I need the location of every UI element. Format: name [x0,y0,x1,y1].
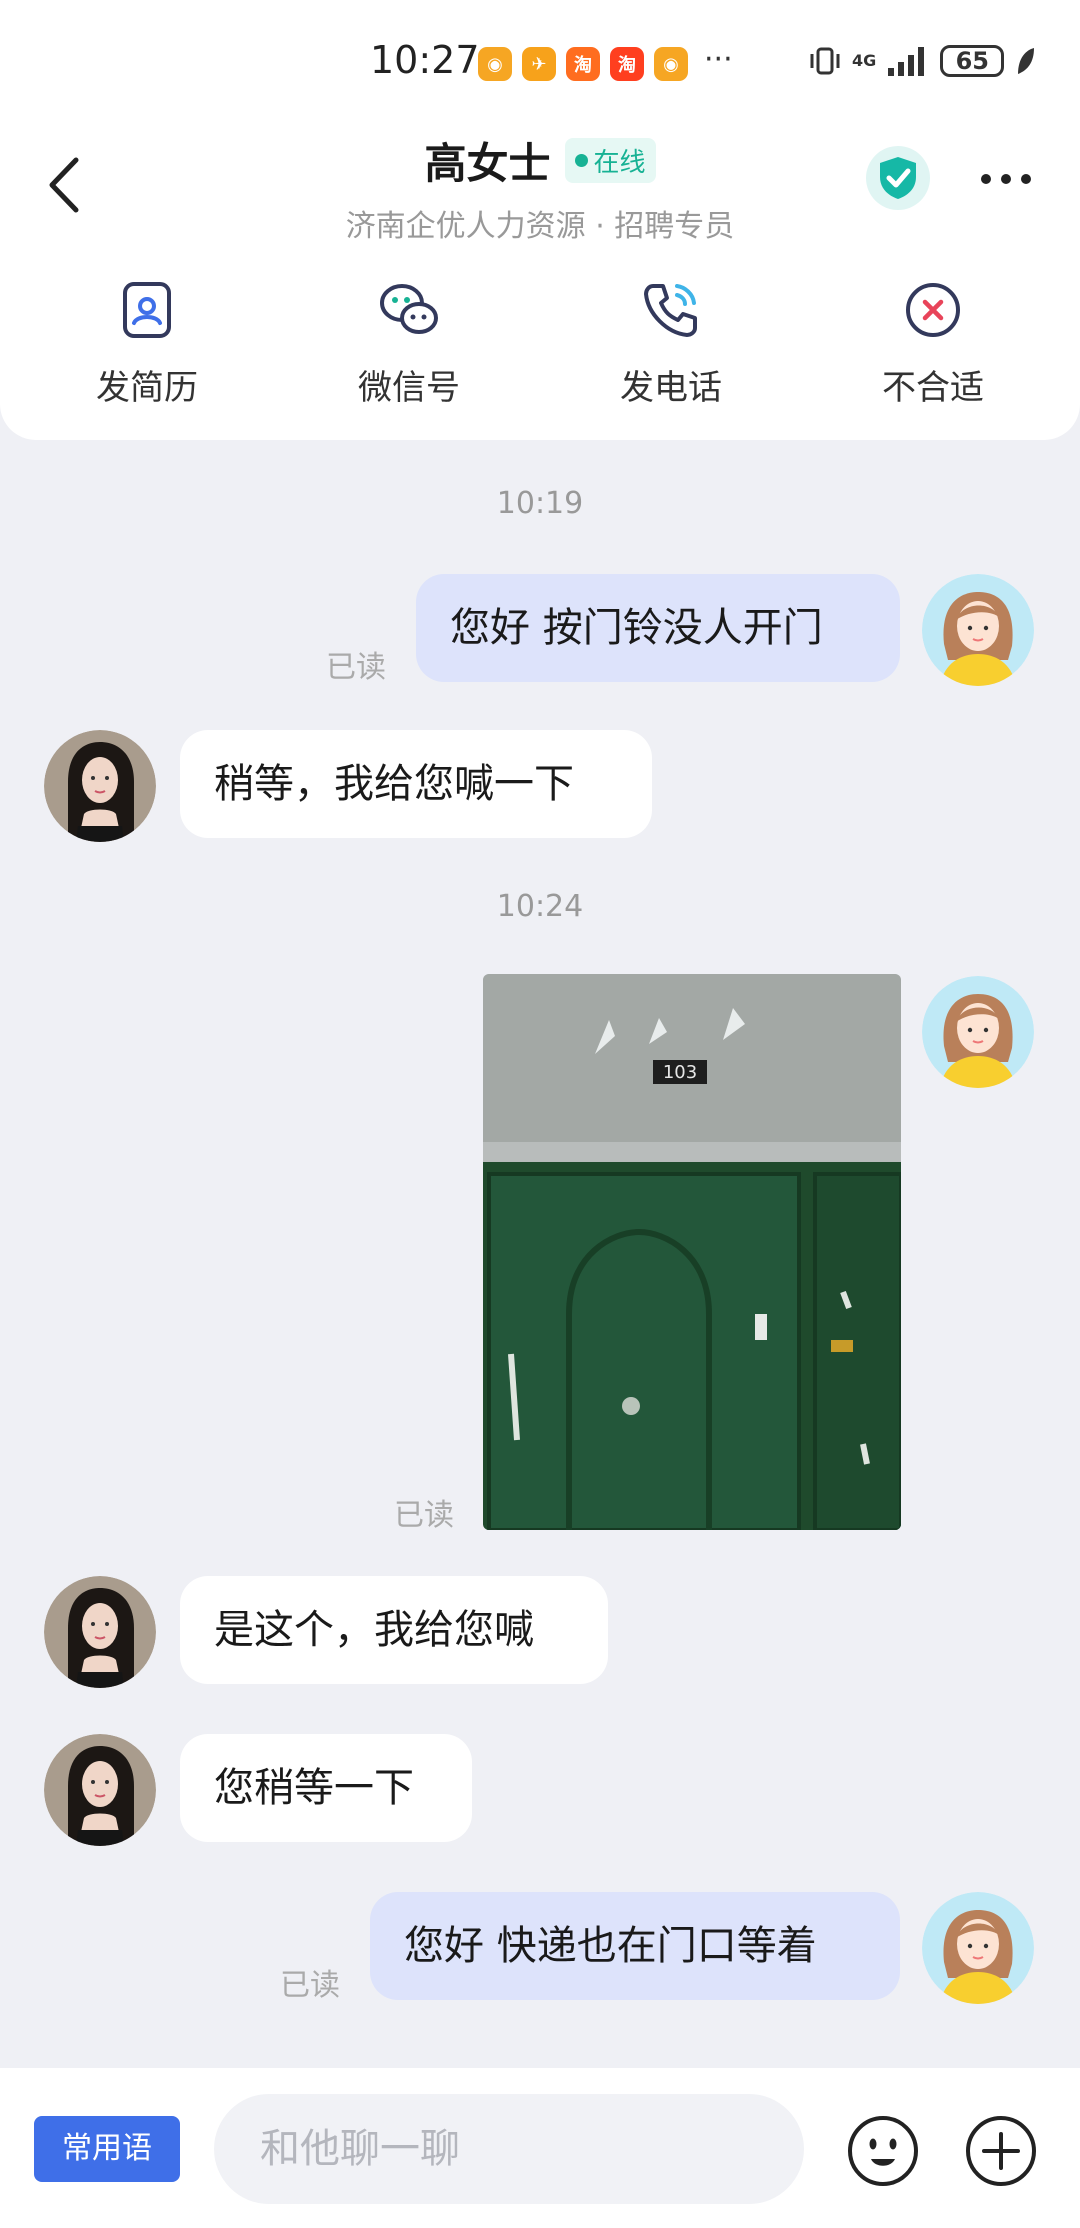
verified-shield-icon[interactable] [866,146,930,210]
online-badge: 在线 [564,138,656,183]
battery-icon: 65 [940,45,1005,77]
my-message-bubble[interactable]: 您好 快递也在门口等着 [370,1892,900,2000]
reject-icon [906,283,960,337]
taobao-icon: 淘 [566,47,600,81]
read-receipt: 已读 [280,1968,340,2003]
timestamp: 10:19 [496,486,584,521]
recruiter-avatar[interactable] [44,1734,156,1846]
wechat-label: 微信号 [358,368,460,408]
fliggy-icon: ✈ [522,47,556,81]
door-number: 103 [663,1062,697,1083]
contact-company: 济南企优人力资源 · 招聘专员 [345,209,735,244]
recruiter-avatar[interactable] [44,1576,156,1688]
battery-level: 65 [955,47,989,75]
weibo-icon: ◉ [478,47,512,81]
system-indicators: 4G 65 [808,44,1036,78]
status-bar: 10:27 ◉ ✈ 淘 淘 ◉ ··· 4G 65 [0,0,1080,110]
more-options-icon[interactable] [978,164,1034,194]
door-photo[interactable]: 103 [483,974,901,1530]
not-suitable-label: 不合适 [882,368,984,408]
recruiter-message-bubble[interactable]: 稍等，我给您喊一下 [180,730,652,838]
resume-icon [123,282,171,338]
vibrate-icon [810,47,840,75]
not-suitable-button[interactable]: 不合适 [802,278,1064,409]
wechat-button[interactable]: 微信号 [278,278,540,409]
my-avatar[interactable] [922,1892,1034,2004]
chat-header: 高女士 在线 济南企优人力资源 · 招聘专员 发简历 微信号 发电话 不合适 [0,110,1080,440]
phone-call-icon [644,284,697,337]
phone-call-label: 发电话 [620,368,722,408]
phone-call-button[interactable]: 发电话 [540,278,802,409]
notification-icons: ◉ ✈ 淘 淘 ◉ [478,47,688,81]
contact-name: 高女士 [424,139,551,188]
weibo-icon: ◉ [654,47,688,81]
read-receipt: 已读 [394,1498,454,1533]
status-time: 10:27 [370,38,480,82]
taobao-icon: 淘 [610,47,644,81]
input-bar: 常用语 [0,2068,1080,2228]
read-receipt: 已读 [326,650,386,685]
leaf-icon [1018,48,1035,74]
send-resume-label: 发简历 [96,368,198,408]
emoji-icon[interactable] [846,2114,920,2188]
network-type: 4G [852,51,877,70]
plus-icon[interactable] [964,2114,1038,2188]
online-label: 在线 [593,148,646,178]
online-dot-icon [574,154,588,167]
send-resume-button[interactable]: 发简历 [16,278,278,409]
my-avatar[interactable] [922,976,1034,1088]
recruiter-message-bubble[interactable]: 您稍等一下 [180,1734,472,1842]
wechat-icon [380,284,438,334]
action-bar: 发简历 微信号 发电话 不合适 [0,278,1080,409]
more-notifications-icon: ··· [704,42,733,77]
recruiter-message-bubble[interactable]: 是这个，我给您喊 [180,1576,608,1684]
timestamp: 10:24 [496,889,584,924]
my-message-bubble[interactable]: 您好 按门铃没人开门 [416,574,900,682]
my-avatar[interactable] [922,574,1034,686]
message-input[interactable] [214,2094,804,2204]
signal-icon [888,47,925,76]
recruiter-avatar[interactable] [44,730,156,842]
quick-phrases-button[interactable]: 常用语 [34,2116,180,2182]
